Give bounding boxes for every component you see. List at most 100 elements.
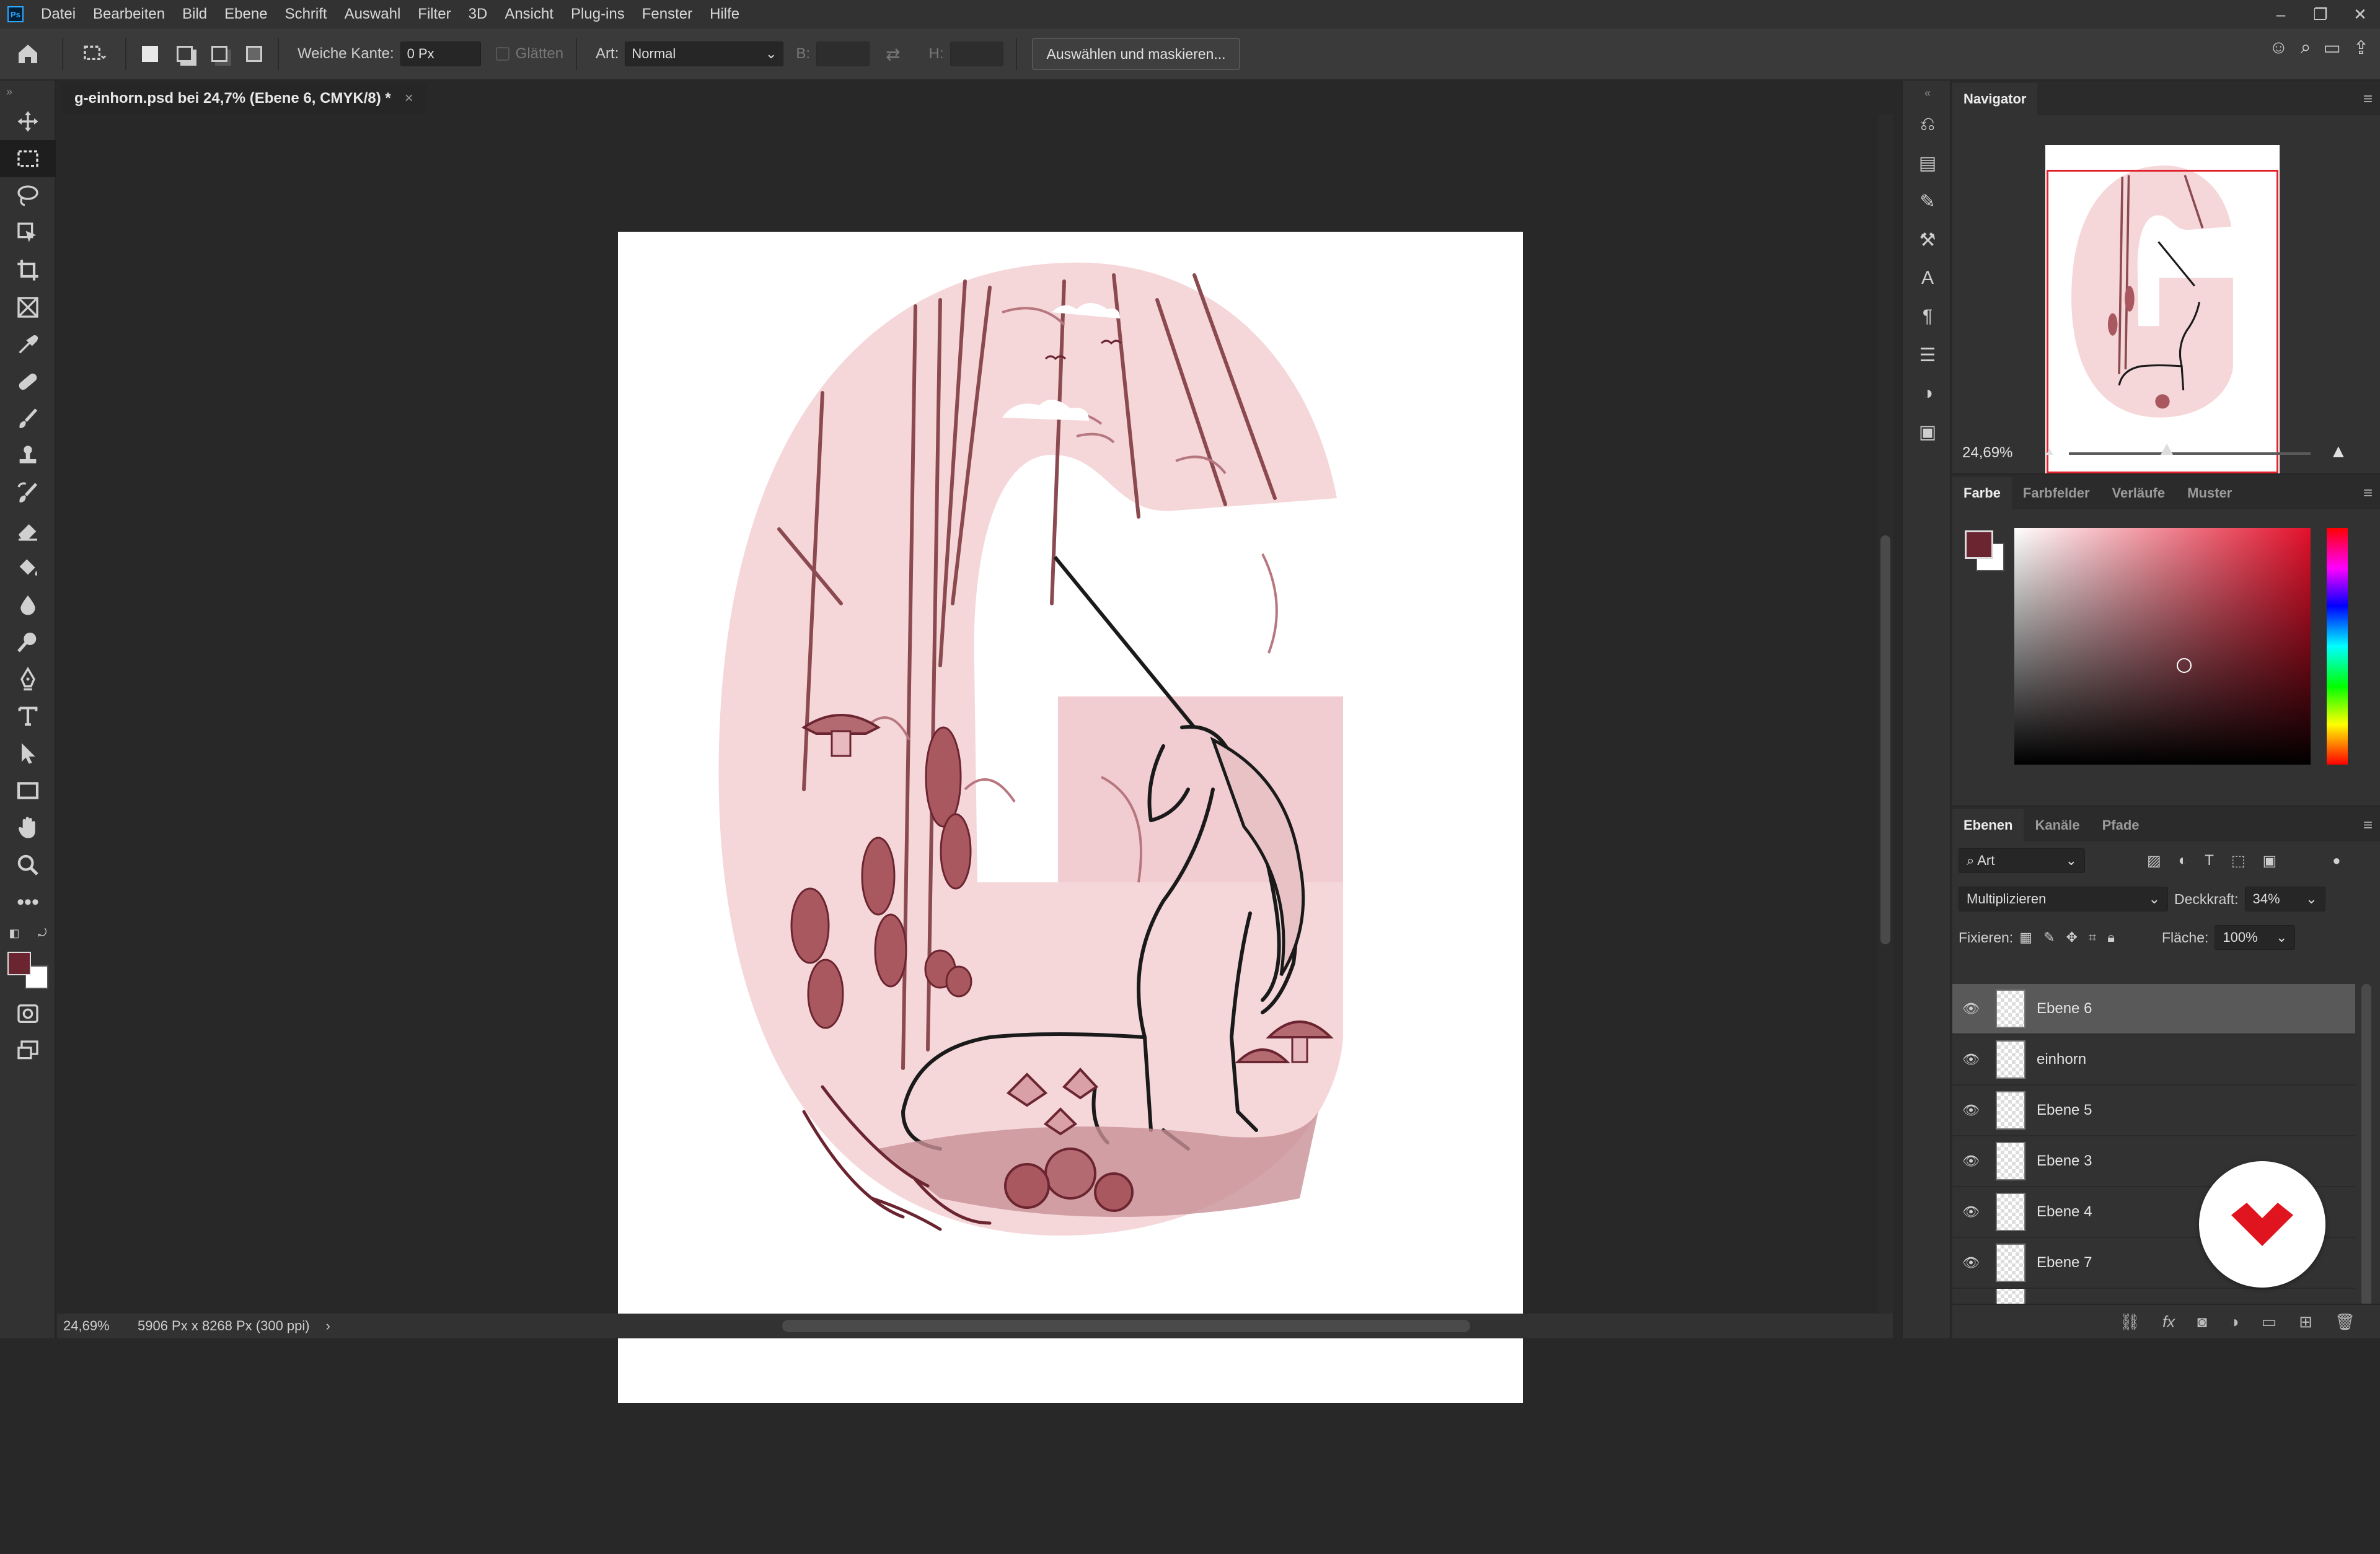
filter-toggle-icon[interactable]: ● [2332,853,2340,869]
zoom-slider-knob[interactable] [2161,444,2173,455]
home-icon[interactable] [0,37,56,71]
panel-menu-icon[interactable]: ≡ [2363,815,2373,835]
layer-filter-select[interactable]: ⌕ Art ⌄ [1959,848,2085,873]
antialias-checkbox[interactable] [495,47,509,61]
swap-dimensions-icon[interactable]: ⇄ [886,44,900,64]
move-tool-icon[interactable] [0,103,56,140]
add-selection-icon[interactable] [167,37,202,71]
filter-adjustment-icon[interactable]: ◐ [2179,852,2188,870]
ruler-panel-icon[interactable]: ▤ [1903,144,1952,182]
crop-tool-icon[interactable] [0,252,56,289]
object-select-tool-icon[interactable] [0,214,56,252]
workspace-icon[interactable]: ▭ [2324,37,2341,59]
zoom-in-icon[interactable]: ▲ [2329,441,2348,462]
menu-plugins[interactable]: Plug-ins [562,6,633,23]
document-canvas[interactable] [618,232,1523,1403]
collapse-panels-icon[interactable]: « [1903,81,1952,105]
blend-mode-select[interactable]: Multiplizieren ⌄ [1959,887,2168,911]
new-selection-icon[interactable] [133,37,167,71]
filter-shape-icon[interactable]: ⬚ [2231,852,2246,870]
menu-datei[interactable]: Datei [32,6,84,23]
eraser-tool-icon[interactable] [0,512,56,549]
tab-navigator[interactable]: Navigator [1952,83,2038,115]
tab-ebenen[interactable]: Ebenen [1952,809,2024,841]
feather-input[interactable]: 0 Px [400,42,481,66]
panel-menu-icon[interactable]: ≡ [2363,89,2373,108]
link-layers-icon[interactable]: ⛓︎ [2120,1312,2140,1332]
export-icon[interactable]: ⇪ [2353,37,2369,59]
share-user-icon[interactable]: ☺ [2269,37,2288,59]
path-select-tool-icon[interactable] [0,735,56,772]
rectangle-tool-icon[interactable] [0,772,56,809]
tab-pfade[interactable]: Pfade [2091,809,2151,841]
horizontal-scroll-thumb[interactable] [782,1320,1470,1332]
style-select[interactable]: Normal ⌄ [625,42,784,66]
menu-ebene[interactable]: Ebene [216,6,276,23]
close-tab-icon[interactable]: × [405,90,413,107]
screen-mode-icon[interactable] [0,1032,56,1069]
color-field[interactable] [2014,528,2311,765]
paragraph-panel-icon[interactable]: ¶ [1903,297,1952,336]
foreground-color-swatch[interactable] [7,952,31,975]
properties-panel-icon[interactable]: ☰ [1903,336,1952,374]
lock-artboard-icon[interactable]: ⌗ [2089,929,2096,946]
document-tab[interactable]: g-einhorn.psd bei 24,7% (Ebene 6, CMYK/8… [61,83,427,114]
default-colors-icon[interactable]: ◧ [9,927,19,940]
collapse-toolbar-icon[interactable]: » [0,81,56,103]
filter-pixel-icon[interactable]: ▨ [2147,852,2161,870]
history-panel-icon[interactable]: ⎌ [1903,105,1952,144]
menu-hilfe[interactable]: Hilfe [701,6,748,23]
lasso-tool-icon[interactable] [0,177,56,214]
type-tool-icon[interactable] [0,698,56,735]
width-input[interactable] [816,42,870,66]
hue-slider[interactable] [2327,528,2348,765]
brush-tool-icon[interactable] [0,400,56,437]
add-mask-icon[interactable]: ◙ [2197,1312,2207,1332]
visibility-eye-icon[interactable]: 👁︎ [1952,1204,1990,1220]
zoom-out-icon[interactable]: ▲ [2044,445,2055,458]
opacity-input[interactable]: 34% ⌄ [2244,887,2325,911]
adjust-tool-icon[interactable]: ⚒ [1903,221,1952,259]
tab-verlaeufe[interactable]: Verläufe [2101,477,2177,509]
history-brush-tool-icon[interactable] [0,475,56,512]
hand-tool-icon[interactable] [0,809,56,846]
navigator-view-rectangle[interactable] [2047,170,2278,473]
search-icon[interactable]: ⌕ [2301,37,2311,59]
layers-scrollbar[interactable] [2361,984,2371,1306]
color-picker-cursor[interactable] [2177,658,2192,673]
minimize-icon[interactable]: – [2261,0,2301,29]
lock-all-icon[interactable]: 🔒︎ [2107,929,2115,946]
dodge-tool-icon[interactable] [0,623,56,661]
panel-menu-icon[interactable]: ≡ [2363,483,2373,503]
lock-position-icon[interactable]: ✥ [2066,929,2077,946]
subtract-selection-icon[interactable] [202,37,237,71]
filter-smart-object-icon[interactable]: ▣ [2263,852,2277,870]
delete-layer-icon[interactable]: 🗑︎ [2335,1312,2355,1332]
swap-colors-icon[interactable]: ⤾ [37,927,46,940]
new-adjustment-icon[interactable]: ◑ [2229,1312,2239,1332]
marquee-preset-icon[interactable] [69,37,119,71]
canvas-workspace[interactable] [57,114,1878,1403]
status-menu-arrow[interactable]: › [326,1318,330,1334]
zoom-slider-track[interactable] [2069,452,2311,455]
eyedropper-tool-icon[interactable] [0,326,56,363]
navigator-zoom-value[interactable]: 24,69% [1962,444,2012,462]
menu-bearbeiten[interactable]: Bearbeiten [84,6,174,23]
brush-settings-icon[interactable]: ✎ [1903,182,1952,221]
menu-filter[interactable]: Filter [409,6,459,23]
visibility-eye-icon[interactable]: 👁︎ [1952,1102,1990,1118]
intersect-selection-icon[interactable] [237,37,271,71]
layer-row[interactable]: 👁︎ Ebene 6 [1952,984,2355,1035]
visibility-eye-icon[interactable]: 👁︎ [1952,1153,1990,1169]
rect-marquee-tool-icon[interactable] [0,140,56,177]
select-and-mask-button[interactable]: Auswählen und maskieren... [1031,38,1241,70]
visibility-eye-icon[interactable]: 👁︎ [1952,1001,1990,1017]
filter-type-icon[interactable]: T [2205,852,2214,870]
layer-row[interactable]: 👁︎ Ebene 5 [1952,1086,2355,1136]
fill-input[interactable]: 100% ⌄ [2215,925,2296,950]
blur-tool-icon[interactable] [0,586,56,623]
visibility-eye-icon[interactable]: 👁︎ [1952,1255,1990,1271]
vertical-scroll-thumb[interactable] [1880,535,1890,944]
menu-bild[interactable]: Bild [174,6,216,23]
pen-tool-icon[interactable] [0,661,56,698]
